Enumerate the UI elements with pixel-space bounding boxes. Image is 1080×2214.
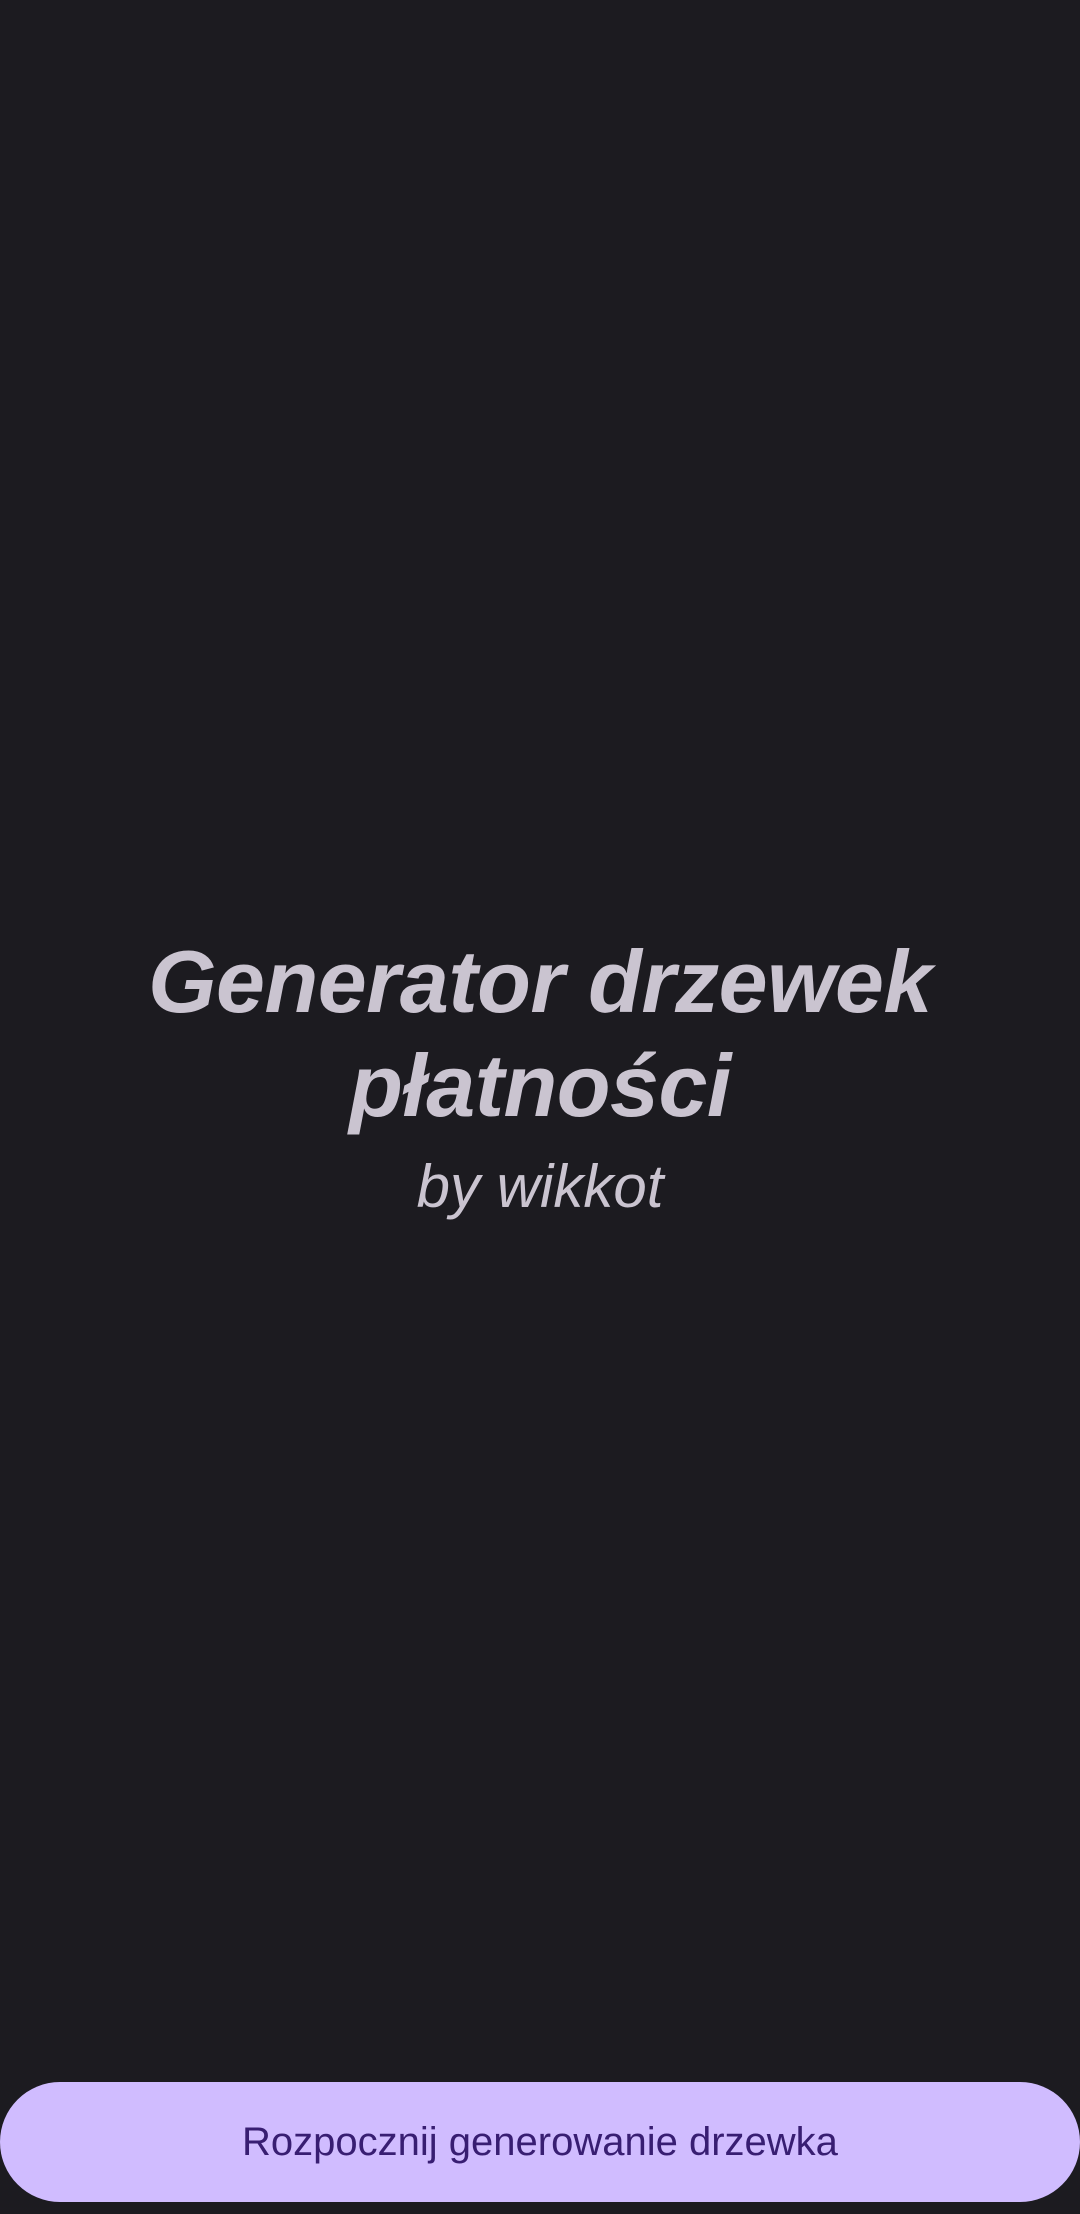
start-generation-button-label: Rozpocznij generowanie drzewka [242,2119,838,2164]
app-author-subtitle: by wikkot [416,1153,664,1220]
app-screen: Generator drzewek płatności by wikkot Ro… [0,0,1080,2214]
splash-title-block: Generator drzewek płatności by wikkot [0,930,1080,1222]
start-generation-button[interactable]: Rozpocznij generowanie drzewka [0,2082,1080,2202]
app-title: Generator drzewek płatności [148,932,932,1135]
